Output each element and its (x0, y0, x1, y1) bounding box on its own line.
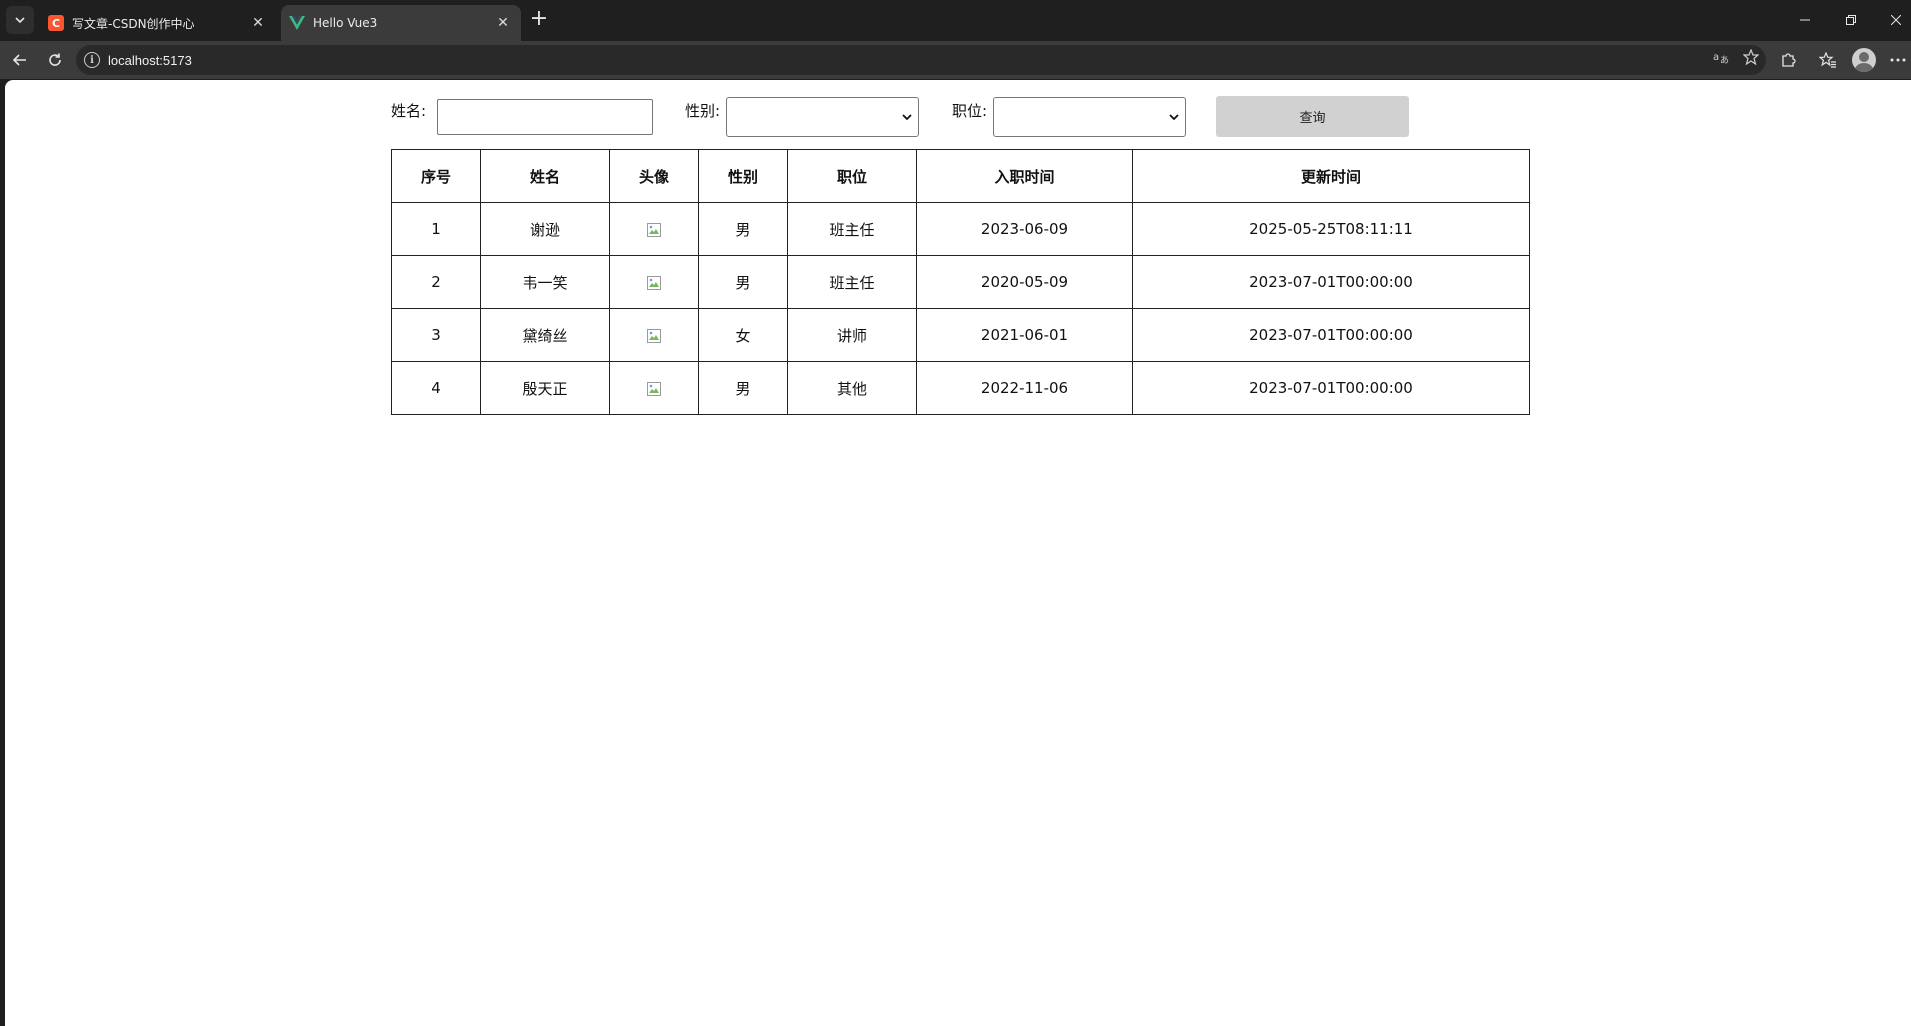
table-row: 2 韦一笑 男 班主任 2020-05-09 2023-07-01T00:00:… (391, 255, 1530, 309)
arrow-left-icon (12, 54, 26, 66)
employee-table: 序号 姓名 头像 性别 职位 入职时间 更新时间 1 谢逊 男 班主任 2023… (391, 149, 1530, 415)
svg-text:あ: あ (1720, 55, 1729, 64)
cell-update-time: 2023-07-01T00:00:00 (1132, 361, 1530, 415)
tab-hello-vue3[interactable]: Hello Vue3 ✕ (281, 5, 521, 41)
cell-position: 班主任 (787, 202, 917, 256)
favorite-star-icon[interactable] (1742, 48, 1760, 66)
close-icon (1891, 15, 1901, 25)
cell-name: 殷天正 (480, 361, 610, 415)
broken-image-icon (647, 275, 661, 290)
cell-gender: 女 (698, 308, 788, 362)
table-row: 3 黛绮丝 女 讲师 2021-06-01 2023-07-01T00:00:0… (391, 308, 1530, 362)
minimize-icon (1800, 19, 1810, 21)
cell-index: 3 (391, 308, 481, 362)
cell-position: 班主任 (787, 255, 917, 309)
table-row: 4 殷天正 男 其他 2022-11-06 2023-07-01T00:00:0… (391, 361, 1530, 415)
cell-avatar (609, 202, 699, 256)
table-row: 1 谢逊 男 班主任 2023-06-09 2025-05-25T08:11:1… (391, 202, 1530, 256)
url-text: localhost:5173 (108, 52, 192, 68)
extensions-icon (1782, 53, 1796, 67)
chevron-down-icon (1169, 114, 1179, 121)
position-label: 职位: (952, 102, 988, 120)
cell-update-time: 2025-05-25T08:11:11 (1132, 202, 1530, 256)
header-cell-avatar: 头像 (609, 149, 699, 203)
cell-avatar (609, 255, 699, 309)
close-window-button[interactable] (1873, 0, 1911, 40)
cell-position: 其他 (787, 361, 917, 415)
cell-index: 1 (391, 202, 481, 256)
browser-toolbar: i localhost:5173 a あ (0, 41, 1911, 79)
query-button[interactable]: 查询 (1216, 96, 1409, 137)
chevron-down-icon (902, 114, 912, 121)
cell-update-time: 2023-07-01T00:00:00 (1132, 308, 1530, 362)
address-bar[interactable]: i localhost:5173 (76, 45, 1766, 75)
settings-more-button[interactable] (1884, 46, 1911, 74)
close-icon[interactable]: ✕ (493, 13, 513, 33)
restore-button[interactable] (1828, 0, 1874, 40)
broken-image-icon (647, 222, 661, 237)
header-cell-index: 序号 (391, 149, 481, 203)
page-content: 姓名: 性别: 职位: 查询 序号 姓名 头像 性别 职位 入职时间 更新时间 … (5, 80, 1911, 1026)
back-button[interactable] (6, 46, 34, 74)
tab-csdn[interactable]: C 写文章-CSDN创作中心 ✕ (40, 5, 276, 41)
refresh-icon (49, 53, 61, 66)
cell-avatar (609, 308, 699, 362)
tab-title: Hello Vue3 (313, 16, 378, 30)
broken-image-icon (647, 328, 661, 343)
cell-name: 谢逊 (480, 202, 610, 256)
broken-image-icon (647, 381, 661, 396)
extensions-button[interactable] (1774, 46, 1802, 74)
header-cell-gender: 性别 (698, 149, 788, 203)
profile-avatar[interactable] (1852, 48, 1876, 72)
vue-icon (289, 15, 305, 31)
cell-index: 2 (391, 255, 481, 309)
table-header-row: 序号 姓名 头像 性别 职位 入职时间 更新时间 (391, 149, 1530, 203)
cell-gender: 男 (698, 202, 788, 256)
new-tab-button[interactable]: + (527, 8, 551, 32)
cell-entry-date: 2022-11-06 (916, 361, 1133, 415)
search-form: 姓名: 性别: 职位: 查询 (391, 88, 1409, 137)
cell-position: 讲师 (787, 308, 917, 362)
gender-select[interactable] (726, 97, 919, 137)
cell-index: 4 (391, 361, 481, 415)
minimize-button[interactable] (1782, 0, 1828, 40)
cell-entry-date: 2021-06-01 (916, 308, 1133, 362)
cell-gender: 男 (698, 361, 788, 415)
gender-label: 性别: (685, 102, 721, 120)
more-icon (1890, 58, 1906, 62)
tab-list-button[interactable] (6, 6, 34, 34)
svg-text:a: a (1713, 52, 1719, 63)
header-cell-entry-date: 入职时间 (916, 149, 1133, 203)
close-icon[interactable]: ✕ (248, 13, 268, 33)
cell-entry-date: 2023-06-09 (916, 202, 1133, 256)
cell-avatar (609, 361, 699, 415)
name-input[interactable] (437, 99, 653, 135)
tab-strip: C 写文章-CSDN创作中心 ✕ Hello Vue3 ✕ + (0, 0, 1911, 41)
tab-title: 写文章-CSDN创作中心 (72, 16, 195, 31)
header-cell-position: 职位 (787, 149, 917, 203)
header-cell-update-time: 更新时间 (1132, 149, 1530, 203)
header-cell-name: 姓名 (480, 149, 610, 203)
favorites-icon (1819, 52, 1836, 68)
reload-button[interactable] (41, 46, 69, 74)
restore-icon (1846, 15, 1856, 25)
info-icon[interactable]: i (84, 52, 100, 68)
favorites-button[interactable] (1814, 46, 1842, 74)
cell-entry-date: 2020-05-09 (916, 255, 1133, 309)
cell-name: 黛绮丝 (480, 308, 610, 362)
csdn-icon: C (48, 15, 64, 31)
name-label: 姓名: (391, 102, 427, 120)
chevron-down-icon (15, 17, 25, 24)
position-select[interactable] (993, 97, 1186, 137)
translate-icon[interactable]: a あ (1713, 48, 1731, 66)
cell-update-time: 2023-07-01T00:00:00 (1132, 255, 1530, 309)
cell-gender: 男 (698, 255, 788, 309)
cell-name: 韦一笑 (480, 255, 610, 309)
